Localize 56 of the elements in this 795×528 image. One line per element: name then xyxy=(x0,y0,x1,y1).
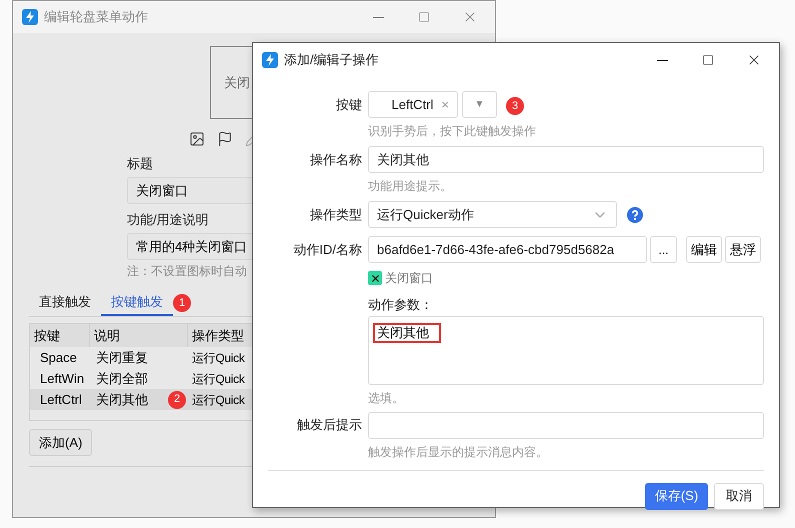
app-logo-icon xyxy=(22,9,38,25)
image-icon[interactable] xyxy=(189,131,205,147)
annotation-badge: 1 xyxy=(173,294,191,312)
hint-text: 选填。 xyxy=(368,390,404,406)
hint-text: 触发操作后显示的提示消息内容。 xyxy=(368,444,548,460)
dropdown-button[interactable]: ▼ xyxy=(462,91,497,118)
table-cell-text: 关闭重复 xyxy=(96,348,148,367)
field-label: 操作名称 xyxy=(309,150,363,169)
field-label: 动作参数： xyxy=(368,296,434,314)
maximize-icon xyxy=(418,11,430,23)
field-label: 动作ID/名称 xyxy=(292,240,363,259)
annotation-badge: 3 xyxy=(506,97,524,115)
table-cell-text: 运行Quick xyxy=(192,392,245,408)
tab[interactable]: 直接触发 xyxy=(29,290,101,316)
key-field[interactable]: LeftCtrl × xyxy=(368,91,458,118)
highlight-box: 关闭其他 xyxy=(373,322,441,342)
action-button[interactable]: 悬浮 xyxy=(725,236,761,263)
preview-text: 关闭 xyxy=(224,74,250,92)
maximize-icon xyxy=(702,54,714,66)
field-label: 功能/用途说明 xyxy=(127,211,209,229)
field-label: 触发后提示 xyxy=(296,416,363,434)
name-field[interactable]: 关闭其他 xyxy=(368,146,764,173)
annotation-badge: 2 xyxy=(168,390,186,408)
type-select[interactable]: 运行Quicker动作 xyxy=(368,201,617,228)
help-icon[interactable] xyxy=(627,206,643,222)
table-cell-text: 关闭其他 xyxy=(96,390,148,409)
cancel-button[interactable]: 取消 xyxy=(714,482,764,510)
params-field[interactable]: 关闭其他 xyxy=(368,316,764,384)
app-logo-icon xyxy=(262,52,278,68)
window-title: 添加/编辑子操作 xyxy=(284,51,379,70)
table-cell-text: LeftWin xyxy=(40,370,84,388)
add-button[interactable]: 添加(A) xyxy=(29,429,92,456)
column-header: 按键 xyxy=(30,324,90,347)
field-label: 操作类型 xyxy=(309,206,363,224)
tab[interactable]: 按键触发 xyxy=(101,290,173,316)
field-label: 按键 xyxy=(335,96,363,114)
hint-text: 功能用途提示。 xyxy=(368,178,452,195)
field-label: 标题 xyxy=(127,155,153,173)
note-text: 注：不设置图标时自动 xyxy=(127,263,247,280)
flag-icon[interactable] xyxy=(217,131,233,147)
table-cell-text: 关闭全部 xyxy=(96,370,148,388)
minimize-icon xyxy=(372,16,384,18)
column-header: 说明 xyxy=(90,324,188,347)
table-cell-text: LeftCtrl xyxy=(40,390,82,409)
save-button[interactable]: 保存(S) xyxy=(645,482,708,510)
action-id-field[interactable]: b6afd6e1-7d66-43fe-afe6-cbd795d5682a xyxy=(368,236,647,263)
hint-text: 识别手势后，按下此键触发操作 xyxy=(368,123,536,140)
tip-field[interactable] xyxy=(368,412,764,438)
more-button[interactable]: ... xyxy=(650,236,677,263)
table-cell-text: 运行Quick xyxy=(192,350,245,366)
action-icon xyxy=(368,271,382,285)
table-cell-text: 运行Quick xyxy=(192,370,245,388)
table-cell-text: Space xyxy=(40,348,77,367)
linked-action-link[interactable]: 关闭窗口 xyxy=(385,269,433,287)
action-button[interactable]: 编辑 xyxy=(686,236,722,263)
window-title: 编辑轮盘菜单动作 xyxy=(44,8,148,26)
